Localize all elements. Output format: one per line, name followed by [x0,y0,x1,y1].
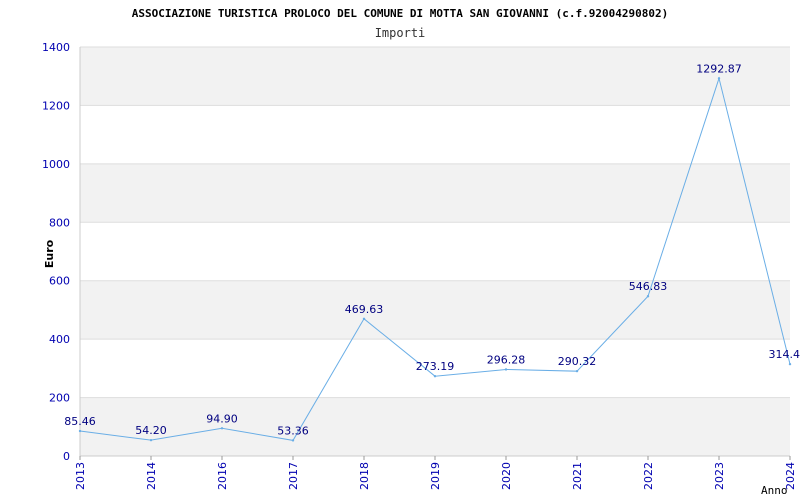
x-tick-label: 2017 [287,462,300,490]
data-point [362,317,366,321]
x-axis-ticks: 2013 2014 2016 2017 2018 2019 2020 2021 2022 2023… [74,456,797,490]
x-axis-label: Anno [761,484,788,497]
data-point [433,374,437,378]
data-point [149,438,153,442]
x-tick-label: 2021 [571,462,584,490]
data-point [504,368,508,371]
data-point [291,439,295,442]
y-axis-label: Euro [43,239,56,268]
y-tick-label: 800 [49,216,70,229]
data-label: 94.90 [206,412,238,425]
data-point [788,362,792,366]
background-band [80,105,790,164]
data-label: 314.4 [769,348,800,361]
x-tick-label: 2023 [713,462,726,490]
data-point [717,77,721,80]
y-tick-label: 400 [49,333,70,346]
y-tick-label: 1000 [42,158,70,171]
background-band [80,163,790,223]
data-label: 546.83 [629,280,668,293]
y-tick-label: 0 [63,450,70,463]
chart-subtitle: Importi [375,26,426,40]
data-point [575,369,579,373]
x-tick-label: 2013 [74,462,87,490]
data-label: 53.36 [277,424,309,437]
data-label: 273.19 [416,360,455,373]
x-tick-label: 2022 [642,462,655,490]
data-label: 296.28 [487,353,526,366]
background-band [80,47,790,106]
y-tick-label: 1400 [42,41,70,54]
y-tick-label: 200 [49,392,70,405]
background-band [80,222,790,281]
x-tick-label: 2020 [500,462,513,490]
data-point [646,295,650,298]
line-chart: 0200400600800100012001400 2013 2014 2016 20… [42,7,800,497]
data-label: 1292.87 [696,62,742,75]
data-point [220,427,224,430]
x-tick-label: 2016 [216,462,229,490]
chart-title: ASSOCIAZIONE TURISTICA PROLOCO DEL COMUN… [132,7,668,20]
data-label: 54.20 [135,424,167,437]
background-band [80,397,790,456]
x-tick-label: 2014 [145,462,158,490]
data-label: 85.46 [64,415,96,428]
background-bands [80,47,790,456]
background-band [80,280,790,340]
x-tick-label: 2019 [429,462,442,490]
data-point [78,429,82,433]
y-tick-label: 1200 [42,99,70,112]
y-tick-label: 600 [49,275,70,288]
data-label: 469.63 [345,303,384,316]
x-tick-label: 2018 [358,462,371,490]
data-label: 290.32 [558,355,597,368]
